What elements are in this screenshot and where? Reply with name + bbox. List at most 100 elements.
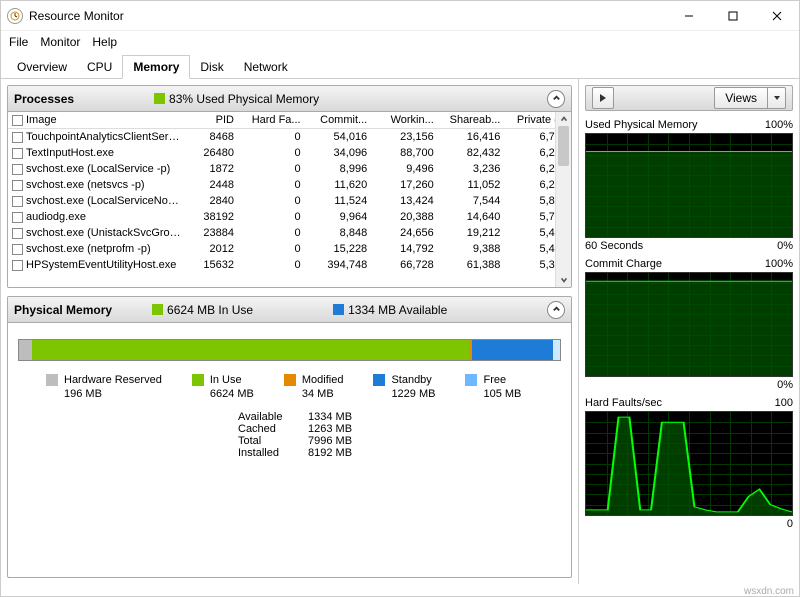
legend-item: In Use6624 MB bbox=[192, 373, 254, 401]
stat-value: 1334 MB bbox=[308, 411, 352, 423]
graph bbox=[585, 133, 793, 238]
tab-overview[interactable]: Overview bbox=[7, 56, 77, 78]
scroll-down-icon[interactable] bbox=[556, 273, 571, 287]
tab-cpu[interactable]: CPU bbox=[77, 56, 122, 78]
maximize-button[interactable] bbox=[711, 1, 755, 31]
graph-footer-left: 60 Seconds bbox=[585, 240, 643, 252]
table-cell: 9,388 bbox=[438, 241, 505, 257]
menu-help[interactable]: Help bbox=[92, 35, 117, 49]
table-cell: audiodg.exe bbox=[8, 209, 188, 225]
graph-plot bbox=[586, 134, 792, 237]
table-row[interactable]: svchost.exe (LocalServiceNoNet...2840011… bbox=[8, 193, 571, 209]
graph bbox=[585, 411, 793, 516]
graph-footer-right: 0 bbox=[787, 518, 793, 530]
graph-max: 100% bbox=[765, 258, 793, 270]
table-row[interactable]: TouchpointAnalyticsClientServic...846805… bbox=[8, 129, 571, 146]
legend-swatch-icon bbox=[284, 374, 296, 386]
table-cell: svchost.exe (LocalServiceNoNet... bbox=[8, 193, 188, 209]
table-cell: 11,524 bbox=[305, 193, 372, 209]
checkbox[interactable] bbox=[12, 132, 23, 143]
column-header[interactable]: Shareab... bbox=[438, 112, 505, 129]
table-cell: svchost.exe (LocalService -p) bbox=[8, 161, 188, 177]
processes-header[interactable]: Processes 83% Used Physical Memory bbox=[8, 86, 571, 112]
column-header[interactable]: Commit... bbox=[305, 112, 372, 129]
column-header[interactable]: Hard Fa... bbox=[238, 112, 305, 129]
checkbox[interactable] bbox=[12, 148, 23, 159]
table-cell: 26480 bbox=[188, 145, 238, 161]
minimize-button[interactable] bbox=[667, 1, 711, 31]
checkbox[interactable] bbox=[12, 244, 23, 255]
graph-block: Used Physical Memory100%60 Seconds0% bbox=[585, 119, 793, 252]
checkbox[interactable] bbox=[12, 260, 23, 271]
usage-label: 83% Used Physical Memory bbox=[169, 92, 319, 106]
table-row[interactable]: svchost.exe (netsvcs -p)2448011,62017,26… bbox=[8, 177, 571, 193]
graph-max: 100 bbox=[775, 397, 793, 409]
table-cell: 14,792 bbox=[371, 241, 438, 257]
memory-stats: Available1334 MBCached1263 MBTotal7996 M… bbox=[238, 411, 561, 459]
legend-swatch-icon bbox=[373, 374, 385, 386]
table-cell: 24,656 bbox=[371, 225, 438, 241]
legend-text: In Use6624 MB bbox=[210, 373, 254, 401]
close-button[interactable] bbox=[755, 1, 799, 31]
table-cell: 1872 bbox=[188, 161, 238, 177]
legend-text: Free105 MB bbox=[483, 373, 521, 401]
menu-bar: File Monitor Help bbox=[1, 31, 799, 53]
table-cell: 88,700 bbox=[371, 145, 438, 161]
checkbox[interactable] bbox=[12, 228, 23, 239]
column-header[interactable]: Workin... bbox=[371, 112, 438, 129]
checkbox[interactable] bbox=[12, 196, 23, 207]
table-cell: 0 bbox=[238, 193, 305, 209]
stat-value: 1263 MB bbox=[308, 423, 352, 435]
inuse-label: 6624 MB In Use bbox=[167, 303, 253, 317]
scroll-thumb[interactable] bbox=[558, 126, 569, 166]
tab-memory[interactable]: Memory bbox=[122, 55, 190, 79]
table-row[interactable]: HPSystemEventUtilityHost.exe156320394,74… bbox=[8, 257, 571, 273]
checkbox-all[interactable] bbox=[12, 115, 23, 126]
app-icon bbox=[7, 8, 23, 24]
menu-file[interactable]: File bbox=[9, 35, 28, 49]
processes-collapse-button[interactable] bbox=[547, 90, 565, 108]
tab-network[interactable]: Network bbox=[234, 56, 298, 78]
stat-value: 7996 MB bbox=[308, 435, 352, 447]
table-cell: 8,996 bbox=[305, 161, 372, 177]
title-bar: Resource Monitor bbox=[1, 1, 799, 31]
available-swatch-icon bbox=[333, 304, 344, 315]
table-cell: 9,964 bbox=[305, 209, 372, 225]
play-button[interactable] bbox=[592, 87, 614, 109]
menu-monitor[interactable]: Monitor bbox=[40, 35, 80, 49]
checkbox[interactable] bbox=[12, 164, 23, 175]
legend-swatch-icon bbox=[46, 374, 58, 386]
physmem-collapse-button[interactable] bbox=[547, 301, 565, 319]
table-cell: 23,156 bbox=[371, 129, 438, 146]
views-button[interactable]: Views bbox=[714, 87, 786, 109]
processes-scrollbar[interactable] bbox=[555, 112, 571, 287]
checkbox[interactable] bbox=[12, 212, 23, 223]
stat-label: Installed bbox=[238, 447, 308, 459]
table-cell: 0 bbox=[238, 209, 305, 225]
table-cell: 15,228 bbox=[305, 241, 372, 257]
table-cell: svchost.exe (UnistackSvcGroup) bbox=[8, 225, 188, 241]
graph-max: 100% bbox=[765, 119, 793, 131]
table-row[interactable]: svchost.exe (UnistackSvcGroup)2388408,84… bbox=[8, 225, 571, 241]
table-cell: svchost.exe (netsvcs -p) bbox=[8, 177, 188, 193]
table-cell: TouchpointAnalyticsClientServic... bbox=[8, 129, 188, 146]
table-row[interactable]: TextInputHost.exe26480034,09688,70082,43… bbox=[8, 145, 571, 161]
tab-disk[interactable]: Disk bbox=[190, 56, 233, 78]
table-cell: 38192 bbox=[188, 209, 238, 225]
checkbox[interactable] bbox=[12, 180, 23, 191]
column-header[interactable]: PID bbox=[188, 112, 238, 129]
physical-memory-header[interactable]: Physical Memory 6624 MB In Use 1334 MB A… bbox=[8, 297, 571, 323]
membar-segment-standby bbox=[472, 340, 553, 360]
table-row[interactable]: svchost.exe (LocalService -p)187208,9969… bbox=[8, 161, 571, 177]
membar-segment-inuse bbox=[32, 340, 469, 360]
views-dropdown-icon[interactable] bbox=[767, 88, 785, 108]
memory-bar bbox=[18, 339, 561, 361]
legend-item: Hardware Reserved196 MB bbox=[46, 373, 162, 401]
scroll-up-icon[interactable] bbox=[556, 112, 571, 126]
table-cell: 2448 bbox=[188, 177, 238, 193]
table-row[interactable]: audiodg.exe3819209,96420,38814,6405,748 bbox=[8, 209, 571, 225]
stat-label: Cached bbox=[238, 423, 308, 435]
table-row[interactable]: svchost.exe (netprofm -p)2012015,22814,7… bbox=[8, 241, 571, 257]
table-cell: 14,640 bbox=[438, 209, 505, 225]
column-header[interactable]: Image bbox=[8, 112, 188, 129]
